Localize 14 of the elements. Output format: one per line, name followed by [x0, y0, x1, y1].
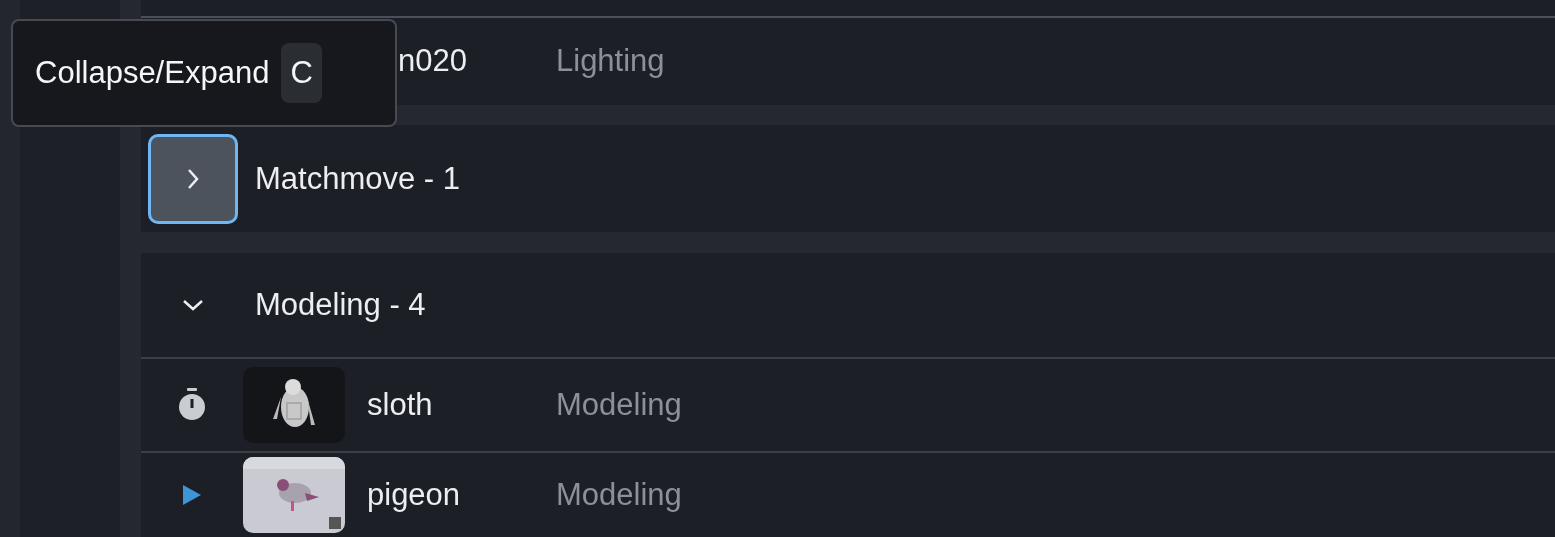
task-type: Modeling	[556, 387, 682, 423]
shortcut-key: C	[281, 43, 322, 103]
play-icon[interactable]	[183, 485, 201, 505]
tooltip-text: Collapse/Expand	[35, 55, 270, 91]
asset-name: pigeon	[367, 477, 462, 513]
task-type: Modeling	[556, 477, 682, 513]
asset-name: sloth	[367, 387, 434, 423]
stopwatch-icon	[177, 388, 207, 422]
chevron-down-icon	[181, 298, 205, 312]
group-title: Modeling - 4	[255, 287, 426, 323]
task-type: Lighting	[556, 43, 665, 80]
shot-name: n020	[398, 43, 468, 80]
group-title: Matchmove - 1	[255, 160, 460, 197]
collapse-toggle[interactable]	[148, 133, 238, 224]
